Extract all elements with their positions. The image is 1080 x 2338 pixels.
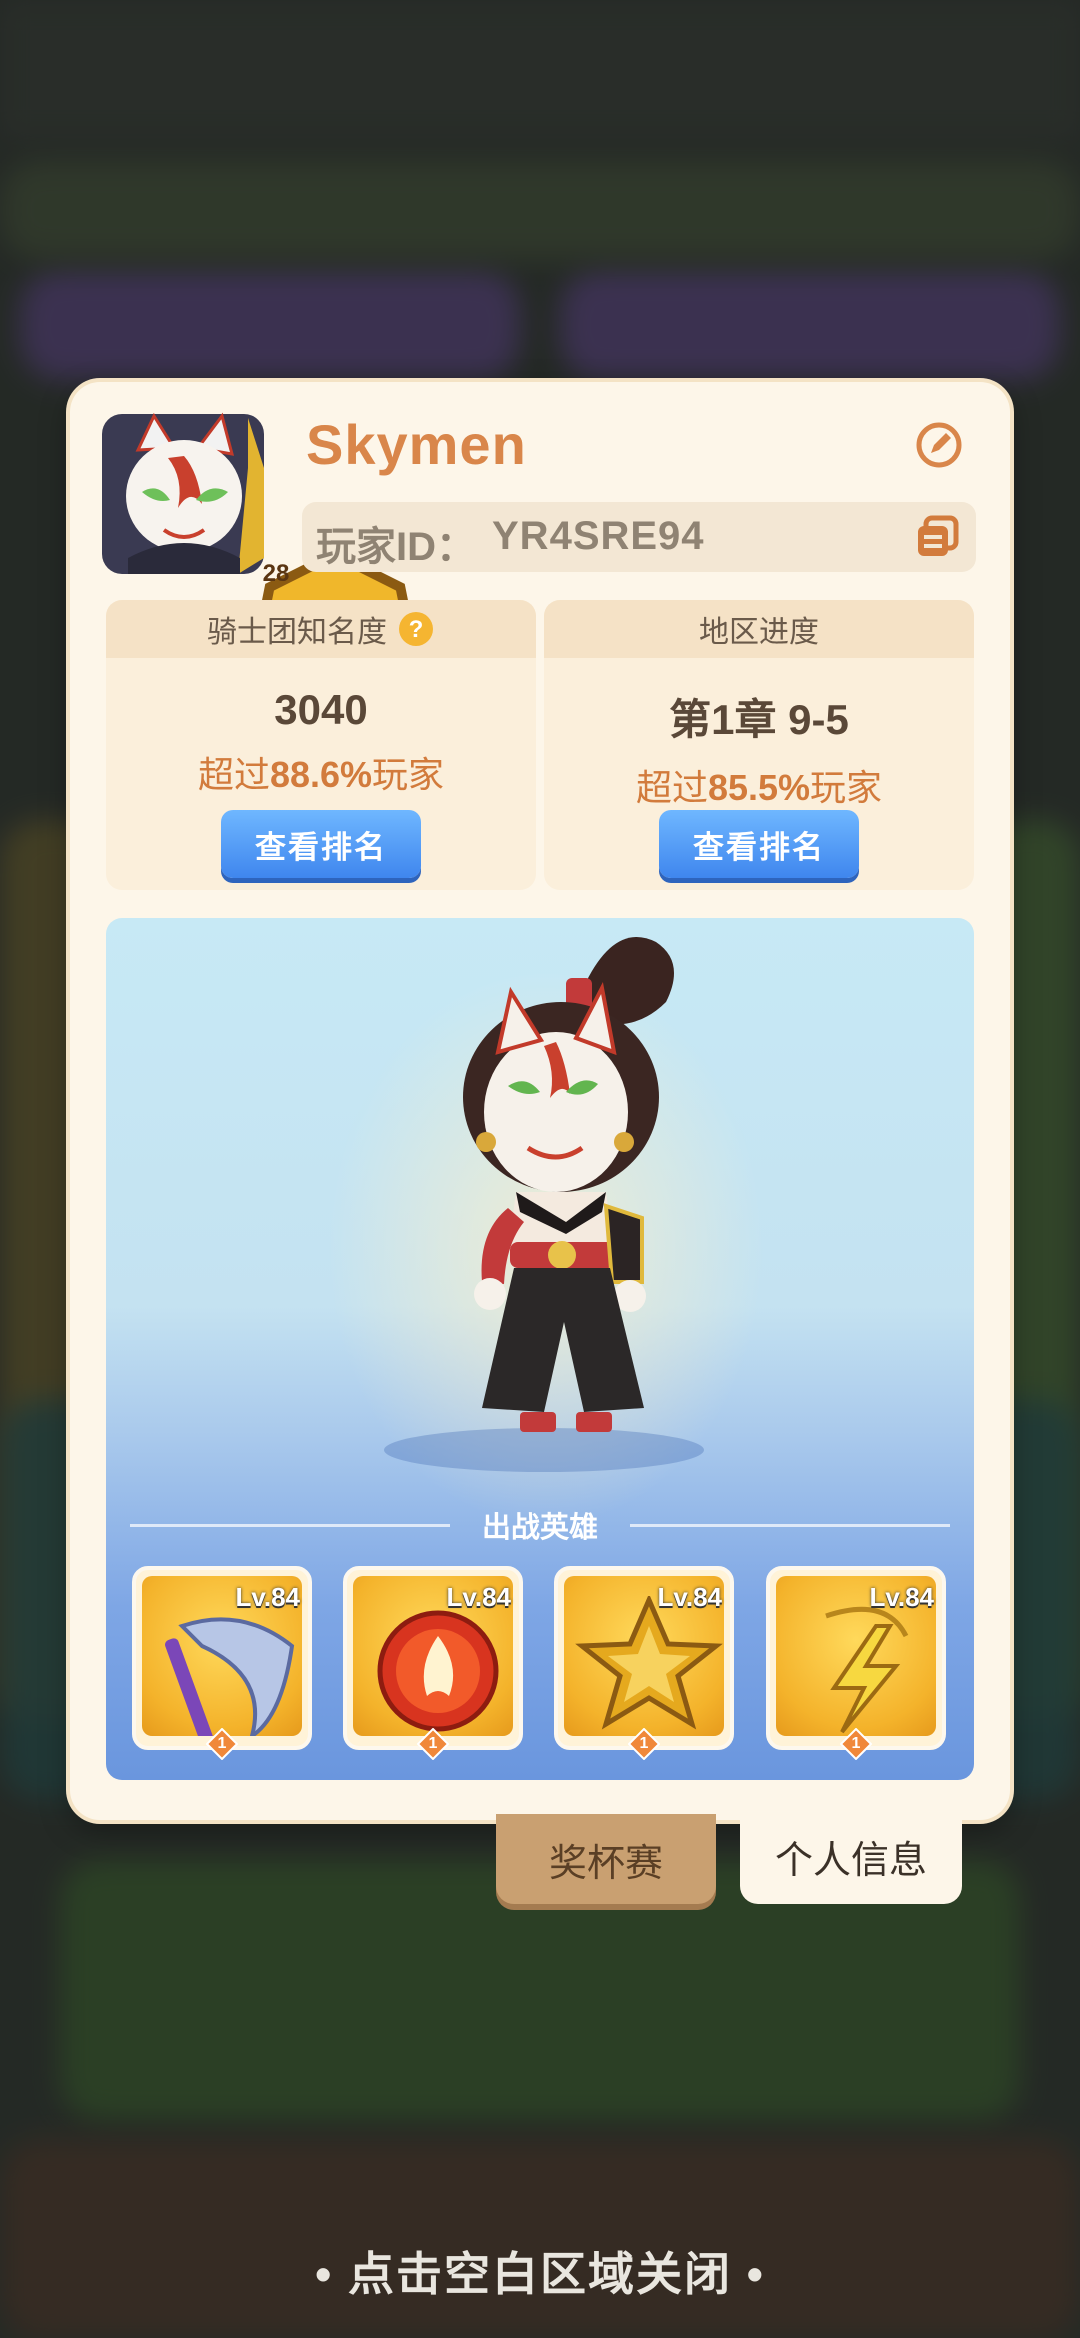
hero-slot-3[interactable]: Lv.84 1 xyxy=(554,1566,734,1761)
hero-slot-4-level: Lv.84 xyxy=(869,1582,934,1612)
hero-slot-4-star-badge: 1 xyxy=(839,1727,873,1761)
player-level-badge: 28 xyxy=(250,548,419,710)
svg-text:?: ? xyxy=(409,616,424,643)
hero-slot-3-level: Lv.84 xyxy=(657,1582,722,1612)
region-title: 地区进度 xyxy=(699,616,819,649)
fox-mask-character-figure xyxy=(463,937,674,1432)
player-avatar[interactable]: 28 xyxy=(98,408,419,710)
fame-exceed-text: 超过88.6%玩家 xyxy=(197,754,445,795)
copy-id-icon[interactable] xyxy=(914,514,960,560)
fame-card-header: 骑士团知名度 ? xyxy=(106,600,536,658)
player-level: 28 xyxy=(262,560,290,587)
fame-card: 骑士团知名度 ? 3040 超过88.6%玩家 查看排名 xyxy=(106,600,536,890)
hero-slot-1-star-badge: 1 xyxy=(205,1727,239,1761)
gold-star-emblem-icon xyxy=(575,1596,723,1730)
help-icon[interactable]: ? xyxy=(397,610,435,648)
region-card-header: 地区进度 xyxy=(544,600,974,658)
profile-panel: 28 Skymen 玩家ID： YR4SRE94 骑士团知名度 ? 3040 超… xyxy=(70,382,1010,1820)
fame-view-rank-button[interactable]: 查看排名 xyxy=(221,810,421,878)
player-id-value: YR4SRE94 xyxy=(492,514,705,558)
region-exceed-percent: 85.5% xyxy=(707,767,811,808)
character-showcase[interactable]: 出战英雄 Lv.84 1 Lv.84 1 Lv.84 1 Lv.84 1 xyxy=(106,918,974,1780)
heroes-section-header: 出战英雄 xyxy=(130,1504,950,1544)
hero-slot-1-level: Lv.84 xyxy=(235,1582,300,1612)
scythe-icon xyxy=(165,1617,295,1736)
edit-name-icon[interactable] xyxy=(914,420,964,470)
hero-slot-2-level: Lv.84 xyxy=(446,1582,511,1612)
heroes-section-title: 出战英雄 xyxy=(481,1512,598,1544)
player-id-bar: 玩家ID： YR4SRE94 xyxy=(302,502,976,572)
hero-slot-3-star-badge: 1 xyxy=(627,1727,661,1761)
fame-value: 3040 xyxy=(274,686,368,733)
fame-title: 骑士团知名度 xyxy=(207,616,387,649)
lightning-pendant-icon xyxy=(825,1606,909,1734)
fire-orb-icon xyxy=(377,1610,499,1732)
fame-exceed-percent: 88.6% xyxy=(269,754,373,795)
hero-slot-1[interactable]: Lv.84 1 xyxy=(132,1566,312,1761)
player-name: Skymen xyxy=(306,413,527,476)
player-id-label: 玩家ID： xyxy=(316,525,476,569)
region-value: 第1章 9-5 xyxy=(669,696,849,743)
hero-slot-2[interactable]: Lv.84 1 xyxy=(343,1566,523,1761)
fox-mask-avatar-icon xyxy=(102,412,264,574)
tab-trophy[interactable]: 奖杯赛 xyxy=(496,1814,716,1904)
region-card: 地区进度 第1章 9-5 超过85.5%玩家 查看排名 xyxy=(544,600,974,890)
region-view-rank-button[interactable]: 查看排名 xyxy=(659,810,859,878)
close-hint: • 点击空白区域关闭 • xyxy=(315,2248,765,2300)
region-exceed-text: 超过85.5%玩家 xyxy=(635,767,883,808)
hero-slot-4[interactable]: Lv.84 1 xyxy=(766,1566,946,1761)
tab-profile-info[interactable]: 个人信息 xyxy=(740,1808,962,1904)
hero-slot-2-star-badge: 1 xyxy=(416,1727,450,1761)
